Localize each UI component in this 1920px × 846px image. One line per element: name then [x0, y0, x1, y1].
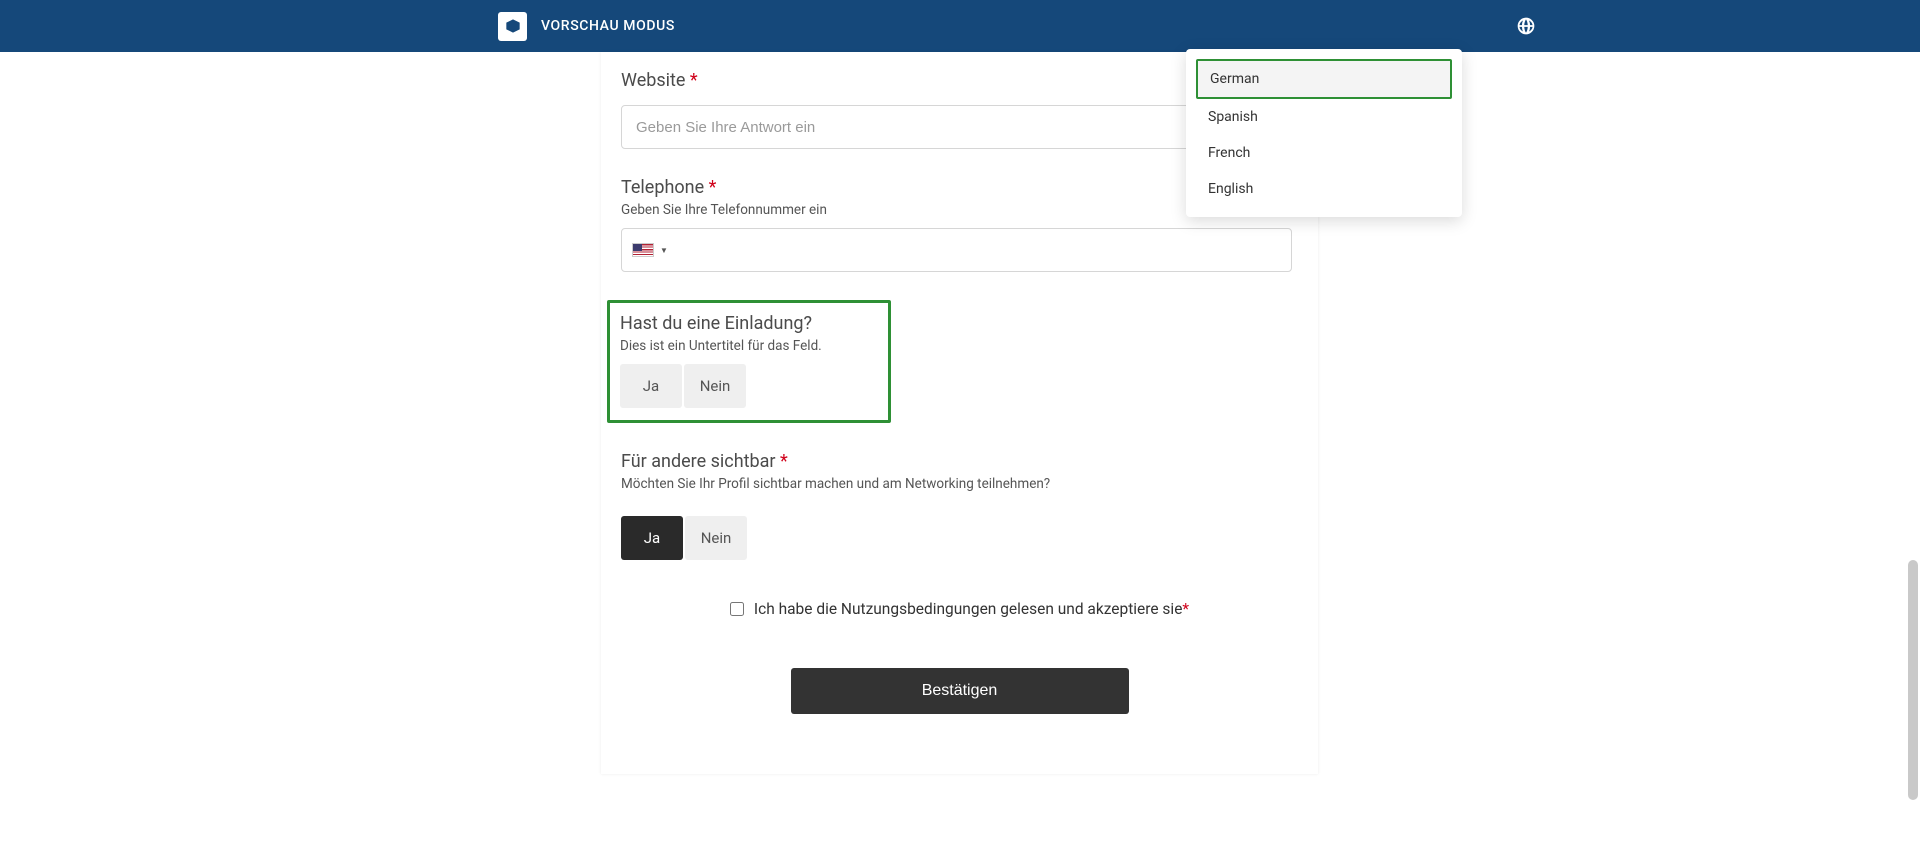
terms-text: Ich habe die Nutzungsbedingungen gelesen… — [754, 600, 1189, 618]
required-marker: * — [1182, 600, 1189, 618]
top-bar: VORSCHAU MODUS — [0, 0, 1920, 52]
topbar-left: VORSCHAU MODUS — [498, 12, 675, 41]
language-globe-icon[interactable] — [1516, 16, 1536, 36]
visible-subtitle: Möchten Sie Ihr Profil sichtbar machen u… — [621, 476, 1298, 492]
lang-item-german[interactable]: German — [1196, 59, 1452, 99]
telephone-input-row[interactable]: ▼ — [621, 228, 1292, 272]
scrollbar-thumb[interactable] — [1908, 560, 1918, 800]
invitation-highlight-box: Hast du eine Einladung? Dies ist ein Unt… — [607, 300, 891, 423]
invitation-toggle: Ja Nein — [620, 364, 878, 408]
required-marker: * — [780, 451, 788, 472]
telephone-label-text: Telephone — [621, 177, 704, 198]
invitation-no-button[interactable]: Nein — [684, 364, 746, 408]
preview-mode-label: VORSCHAU MODUS — [541, 18, 675, 34]
chevron-down-icon[interactable]: ▼ — [660, 246, 668, 255]
visible-field: Für andere sichtbar * Möchten Sie Ihr Pr… — [621, 451, 1298, 560]
visible-no-button[interactable]: Nein — [685, 516, 747, 560]
invitation-label: Hast du eine Einladung? — [620, 313, 878, 334]
invitation-field-wrapper: Hast du eine Einladung? Dies ist ein Unt… — [621, 300, 1298, 423]
terms-checkbox[interactable] — [730, 602, 744, 616]
visible-label: Für andere sichtbar * — [621, 451, 1298, 472]
app-logo — [498, 12, 527, 41]
visible-toggle: Ja Nein — [621, 516, 1298, 560]
lang-item-english[interactable]: English — [1196, 171, 1452, 207]
confirm-button[interactable]: Bestätigen — [791, 668, 1129, 714]
country-flag-us-icon[interactable] — [632, 243, 654, 257]
lang-item-spanish[interactable]: Spanish — [1196, 99, 1452, 135]
invitation-subtitle: Dies ist ein Untertitel für das Feld. — [620, 338, 878, 354]
required-marker: * — [709, 177, 717, 198]
terms-text-content: Ich habe die Nutzungsbedingungen gelesen… — [754, 600, 1183, 618]
required-marker: * — [690, 70, 698, 91]
invitation-yes-button[interactable]: Ja — [620, 364, 682, 408]
language-menu: German Spanish French English — [1186, 49, 1462, 217]
terms-row: Ich habe die Nutzungsbedingungen gelesen… — [621, 600, 1298, 618]
lang-item-french[interactable]: French — [1196, 135, 1452, 171]
visible-label-text: Für andere sichtbar — [621, 451, 776, 472]
visible-yes-button[interactable]: Ja — [621, 516, 683, 560]
website-label-text: Website — [621, 70, 685, 91]
